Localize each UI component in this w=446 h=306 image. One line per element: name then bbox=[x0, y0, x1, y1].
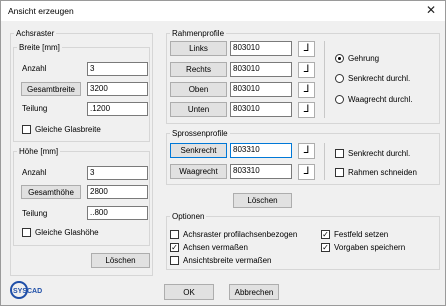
rahmen-unten-input[interactable]: 803010 bbox=[230, 102, 292, 117]
gesamthoehe-input[interactable]: 2800 bbox=[87, 185, 148, 199]
breite-anzahl-label: Anzahl bbox=[22, 64, 47, 73]
gleiche-glasbreite-label: Gleiche Glasbreite bbox=[35, 125, 101, 134]
gesamthoehe-button[interactable]: Gesamthöhe bbox=[21, 185, 81, 199]
vorgaben-speichern-checkbox[interactable]: ✓ bbox=[321, 243, 330, 252]
breite-title: Breite [mm] bbox=[19, 43, 60, 52]
sprossen-senkrecht-durchl-label: Senkrecht durchl. bbox=[348, 149, 411, 158]
achsen-vermassen-checkbox[interactable]: ✓ bbox=[170, 243, 179, 252]
rahmen-separator bbox=[324, 41, 325, 118]
sprossen-senkrecht-input[interactable]: 803310 bbox=[230, 143, 292, 158]
sprossen-loeschen-button[interactable]: Löschen bbox=[233, 193, 292, 208]
profile-corner-icon[interactable]: ⅃ bbox=[298, 62, 315, 78]
profile-corner-icon[interactable]: ⅃ bbox=[298, 164, 315, 180]
breite-teilung-label: Teilung bbox=[22, 104, 48, 113]
gleiche-glashoehe-label: Gleiche Glashöhe bbox=[35, 228, 99, 237]
achsraster-loeschen-button[interactable]: Löschen bbox=[91, 253, 150, 268]
dialog-window: Ansicht erzeugen ✕ Achsraster Breite [mm… bbox=[0, 0, 446, 306]
waagrecht-durchl-label: Waagrecht durchl. bbox=[348, 95, 413, 104]
gesamtbreite-button[interactable]: Gesamtbreite bbox=[21, 82, 81, 96]
rahmen-oben-button[interactable]: Oben bbox=[170, 82, 227, 97]
rahmenprofile-title: Rahmenprofile bbox=[172, 29, 225, 38]
achsraster-title: Achsraster bbox=[16, 29, 55, 38]
senkrecht-durchl-radio[interactable] bbox=[335, 74, 344, 83]
ansichtsbreite-vermassen-checkbox[interactable] bbox=[170, 256, 179, 265]
hoehe-title: Höhe [mm] bbox=[19, 147, 59, 156]
hoehe-teilung-label: Teilung bbox=[22, 209, 48, 218]
vorgaben-speichern-label: Vorgaben speichern bbox=[334, 243, 406, 252]
hoehe-anzahl-label: Anzahl bbox=[22, 168, 47, 177]
rahmen-schneiden-checkbox[interactable] bbox=[335, 168, 344, 177]
rahmen-unten-button[interactable]: Unten bbox=[170, 102, 227, 117]
sprossen-senkrecht-button[interactable]: Senkrecht bbox=[170, 143, 227, 158]
gehrung-label: Gehrung bbox=[348, 54, 380, 63]
gesamtbreite-input[interactable]: 3200 bbox=[87, 82, 148, 96]
sprossen-waagrecht-button[interactable]: Waagrecht bbox=[170, 164, 227, 179]
rahmen-links-button[interactable]: Links bbox=[170, 41, 227, 56]
rahmen-schneiden-label: Rahmen schneiden bbox=[348, 168, 417, 177]
sprossen-separator bbox=[324, 143, 325, 180]
optionen-title: Optionen bbox=[172, 212, 205, 221]
hoehe-anzahl-input[interactable]: 3 bbox=[87, 166, 148, 180]
festfeld-setzen-checkbox[interactable]: ✓ bbox=[321, 230, 330, 239]
syscad-logo: SYSCAD bbox=[10, 280, 43, 300]
rahmen-oben-input[interactable]: 803010 bbox=[230, 82, 292, 97]
rahmen-rechts-button[interactable]: Rechts bbox=[170, 62, 227, 77]
achsraster-profilachsen-checkbox[interactable] bbox=[170, 230, 179, 239]
sprossen-waagrecht-input[interactable]: 803310 bbox=[230, 164, 292, 179]
rahmen-links-input[interactable]: 803010 bbox=[230, 41, 292, 56]
ok-button[interactable]: OK bbox=[164, 284, 214, 300]
hoehe-teilung-input[interactable]: ..800 bbox=[87, 206, 148, 220]
breite-anzahl-input[interactable]: 3 bbox=[87, 62, 148, 76]
gleiche-glasbreite-checkbox[interactable] bbox=[22, 125, 31, 134]
profile-corner-icon[interactable]: ⅃ bbox=[298, 102, 315, 118]
ansichtsbreite-vermassen-label: Ansichtsbreite vermaßen bbox=[183, 256, 272, 265]
close-x-icon[interactable]: ✕ bbox=[420, 2, 442, 19]
sprossenprofile-title: Sprossenprofile bbox=[172, 129, 228, 138]
senkrecht-durchl-label: Senkrecht durchl. bbox=[348, 74, 411, 83]
logo-text: SYSCAD bbox=[13, 288, 42, 295]
sprossen-senkrecht-durchl-checkbox[interactable] bbox=[335, 149, 344, 158]
breite-teilung-input[interactable]: .1200 bbox=[87, 102, 148, 116]
rahmen-rechts-input[interactable]: 803010 bbox=[230, 62, 292, 77]
achsraster-profilachsen-label: Achsraster profilachsenbezogen bbox=[183, 230, 298, 239]
profile-corner-icon[interactable]: ⅃ bbox=[298, 82, 315, 98]
gleiche-glashoehe-checkbox[interactable] bbox=[22, 228, 31, 237]
festfeld-setzen-label: Festfeld setzen bbox=[334, 230, 389, 239]
gehrung-radio[interactable] bbox=[335, 54, 344, 63]
window-title: Ansicht erzeugen bbox=[8, 6, 74, 16]
profile-corner-icon[interactable]: ⅃ bbox=[298, 143, 315, 159]
abbrechen-button[interactable]: Abbrechen bbox=[229, 284, 279, 300]
profile-corner-icon[interactable]: ⅃ bbox=[298, 41, 315, 57]
waagrecht-durchl-radio[interactable] bbox=[335, 95, 344, 104]
title-bar: Ansicht erzeugen ✕ bbox=[1, 1, 445, 21]
achsen-vermassen-label: Achsen vermaßen bbox=[183, 243, 248, 252]
